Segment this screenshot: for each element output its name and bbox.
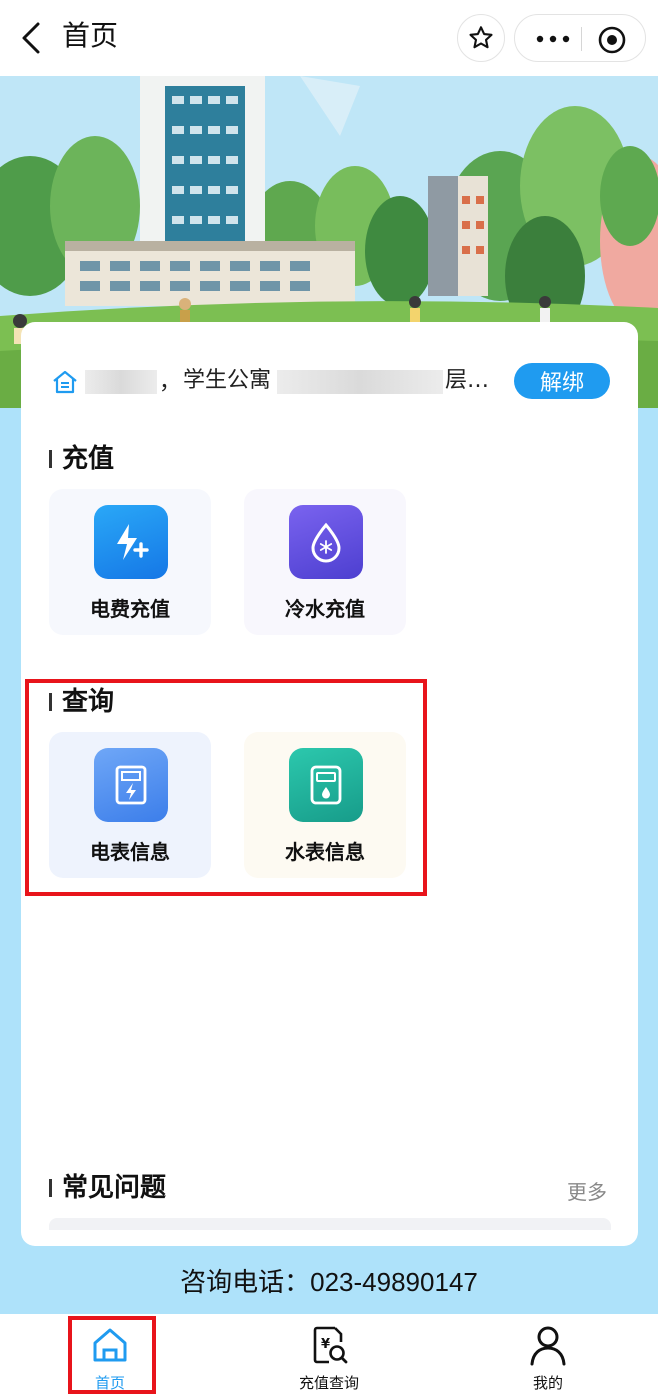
consultation-hotline: 咨询电话：023-49890147 (0, 1262, 658, 1303)
recharge-title-text: 充值 (62, 444, 115, 474)
recharge-section-title: 充值 (49, 441, 114, 477)
faq-title-text: 常见问题 (62, 1173, 167, 1203)
user-icon (528, 1324, 568, 1366)
water-recharge-tile[interactable]: 冷水充值 (244, 489, 406, 635)
unbind-button[interactable]: 解绑 (514, 363, 610, 399)
electric-recharge-icon (94, 505, 168, 579)
page-title: 首页 (62, 19, 119, 52)
top-navigation-bar: 首页 (0, 0, 658, 76)
redacted-room (277, 370, 443, 394)
section-title-bar (49, 1179, 52, 1197)
faq-list-placeholder (49, 1218, 611, 1230)
capsule-divider (581, 27, 582, 51)
hotline-number[interactable]: 023-49890147 (310, 1267, 478, 1297)
address-separator: ， (159, 370, 182, 395)
home-icon (51, 368, 79, 396)
electric-recharge-label: 电费充值 (90, 597, 170, 621)
tab-mine-label: 我的 (532, 1374, 563, 1392)
recharge-query-icon: ¥ (309, 1324, 349, 1366)
faq-section-title: 常见问题 (49, 1170, 166, 1206)
home-tab-highlight (68, 1316, 156, 1394)
water-drop-icon (289, 505, 363, 579)
query-section-highlight (25, 679, 427, 896)
building-label: 学生公寓 (183, 368, 272, 393)
tab-recharge-query[interactable]: ¥ 充值查询 (259, 1314, 399, 1394)
section-title-bar (49, 450, 52, 468)
back-chevron-icon[interactable] (14, 18, 50, 58)
close-mini-program-icon[interactable] (597, 25, 627, 55)
mini-program-capsule (514, 14, 646, 62)
faq-more-link[interactable]: 更多 (567, 1176, 607, 1205)
hotline-label: 咨询电话： (180, 1268, 311, 1298)
electric-recharge-tile[interactable]: 电费充值 (49, 489, 211, 635)
tab-mine[interactable]: 我的 (478, 1314, 618, 1394)
floor-label: 层… (445, 368, 490, 393)
svg-text:¥: ¥ (321, 1337, 330, 1352)
star-icon[interactable] (457, 14, 505, 62)
tab-recharge-query-label: 充值查询 (298, 1374, 359, 1392)
water-recharge-label: 冷水充值 (285, 597, 365, 621)
more-dots-icon[interactable] (533, 27, 573, 51)
redacted-name (85, 370, 157, 394)
